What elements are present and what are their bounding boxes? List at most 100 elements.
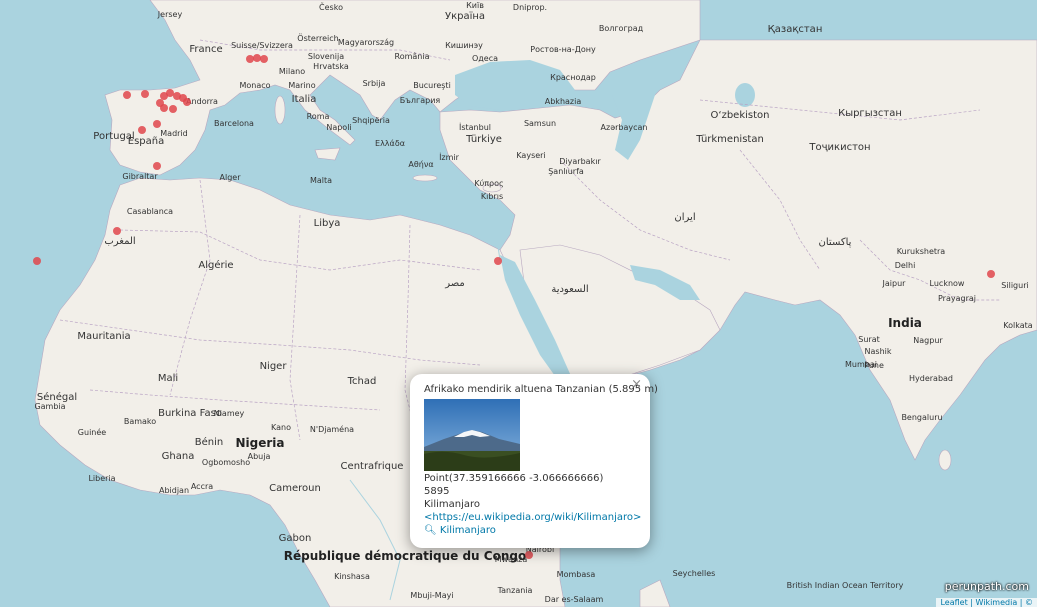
city-label: Österreich — [297, 34, 339, 43]
city-label: Malta — [309, 176, 333, 185]
map-marker[interactable] — [183, 98, 191, 106]
city-label: Nashik — [864, 347, 892, 356]
map-marker[interactable] — [160, 104, 168, 112]
country-label: Libya — [313, 218, 341, 229]
map-marker[interactable] — [987, 270, 995, 278]
popup-elevation: 5895 — [424, 486, 450, 497]
city-label: Jaipur — [882, 279, 906, 288]
city-label: Samsun — [523, 119, 557, 128]
country-label: Cameroun — [269, 483, 321, 494]
attribution: Leaflet | Wikimedia | © — [936, 598, 1037, 607]
city-label: Roma — [306, 112, 330, 121]
map-marker[interactable] — [123, 91, 131, 99]
city-label: Accra — [190, 482, 214, 491]
country-label: Türkiye — [466, 134, 502, 145]
popup-wikipedia-link[interactable]: <https://eu.wikipedia.org/wiki/Kilimanja… — [424, 512, 641, 523]
city-label: Srbija — [362, 79, 386, 88]
city-label: Gambia — [34, 402, 66, 411]
map-canvas[interactable]: France Italia España Portugal Algérie Maurita… — [0, 0, 1037, 607]
country-label: République démocratique du Congo — [283, 549, 527, 563]
map-marker[interactable] — [138, 126, 146, 134]
city-label: Mbuji-Mayi — [410, 591, 454, 600]
map-marker[interactable] — [169, 105, 177, 113]
city-label: N'Djaména — [309, 425, 355, 434]
city-label: Jersey — [157, 10, 183, 19]
city-label: Ростов-на-Дону — [530, 45, 596, 54]
city-label: Liberia — [88, 474, 116, 483]
search-icon: 🔍︎ — [424, 525, 437, 536]
city-label: Guinée — [77, 428, 107, 437]
city-label: Nagpur — [913, 336, 943, 345]
city-label: Barcelona — [214, 119, 254, 128]
city-label: Kinshasa — [334, 572, 370, 581]
city-label: Slovenija — [307, 52, 345, 61]
map-marker[interactable] — [153, 162, 161, 170]
country-label: Algérie — [198, 260, 234, 271]
city-label: İzmir — [439, 153, 459, 162]
watermark: perunpath.com — [944, 580, 1029, 593]
map-marker[interactable] — [525, 551, 533, 559]
country-label: Burkina Faso — [158, 408, 222, 419]
city-label: Dniprop. — [512, 3, 548, 12]
city-label: Кишинэу — [445, 41, 483, 50]
country-label: مصر — [445, 278, 465, 289]
country-label: ایران — [674, 212, 696, 223]
popup-close-button[interactable]: × — [631, 377, 642, 392]
city-label: Abidjan — [158, 486, 190, 495]
popup-point: Point(37.359166666 -3.066666666) — [424, 473, 604, 484]
country-label: Тоҷикистон — [809, 142, 871, 153]
country-label: Centrafrique — [340, 461, 404, 472]
country-label: Қазақстан — [767, 24, 823, 35]
city-label: Bamako — [123, 417, 157, 426]
city-label: Diyarbakır — [559, 157, 601, 166]
country-label: Кыргызстан — [838, 108, 902, 119]
city-label: Prayagraj — [937, 294, 977, 303]
city-label: Tanzania — [497, 586, 533, 595]
city-label: Monaco — [239, 81, 271, 90]
country-label: Mali — [157, 373, 179, 384]
city-label: Київ — [466, 1, 484, 10]
map-marker[interactable] — [260, 55, 268, 63]
popup-name: Kilimanjaro — [424, 499, 481, 510]
map-marker[interactable] — [153, 120, 161, 128]
city-label: Bengaluru — [901, 413, 943, 422]
city-label: Mwanza — [494, 555, 528, 564]
map-marker[interactable] — [141, 90, 149, 98]
city-label: Madrid — [160, 129, 188, 138]
attribution-link[interactable]: Leaflet | Wikimedia | © — [940, 598, 1033, 607]
popup-title: Afrikako mendirik altuena Tanzanian (5.8… — [424, 384, 658, 395]
map-marker[interactable] — [33, 257, 41, 265]
country-label: Bénin — [194, 437, 224, 448]
city-label: България — [399, 96, 441, 105]
country-label: Portugal — [93, 131, 135, 142]
city-label: İstanbul — [458, 123, 492, 132]
city-label: Kurukshetra — [896, 247, 946, 256]
city-label: Delhi — [894, 261, 916, 270]
city-label: Kayseri — [516, 151, 546, 160]
map-marker[interactable] — [113, 227, 121, 235]
city-label: Marino — [288, 81, 316, 90]
country-label: Italia — [291, 94, 317, 105]
city-label: Siliguri — [1001, 281, 1029, 290]
city-label: Ogbomosho — [201, 458, 251, 467]
country-label: Ghana — [161, 451, 195, 462]
city-label: Dar es-Salaam — [544, 595, 604, 604]
country-label: Nigeria — [235, 436, 285, 450]
city-label: Şanlıurfa — [548, 167, 584, 176]
popup-search-link[interactable]: 🔍︎ Kilimanjaro — [424, 525, 496, 536]
country-label: Mauritania — [77, 331, 131, 342]
city-label: Hyderabad — [909, 374, 953, 383]
city-label: Kıbrıs — [480, 192, 504, 201]
city-label: Napoli — [326, 123, 352, 132]
country-label: Tchad — [347, 376, 377, 387]
city-label: Shqipëria — [352, 116, 390, 125]
map-marker[interactable] — [494, 257, 502, 265]
country-label: India — [888, 316, 922, 330]
marker-popup: × Afrikako mendirik altuena Tanzanian (5… — [410, 374, 658, 563]
city-label: Pune — [864, 361, 884, 370]
city-label: Kolkata — [1003, 321, 1033, 330]
city-label: Волгоград — [598, 24, 644, 33]
city-label: Краснодар — [550, 73, 596, 82]
city-label: Seychelles — [672, 569, 716, 578]
country-label: المغرب — [104, 236, 136, 247]
